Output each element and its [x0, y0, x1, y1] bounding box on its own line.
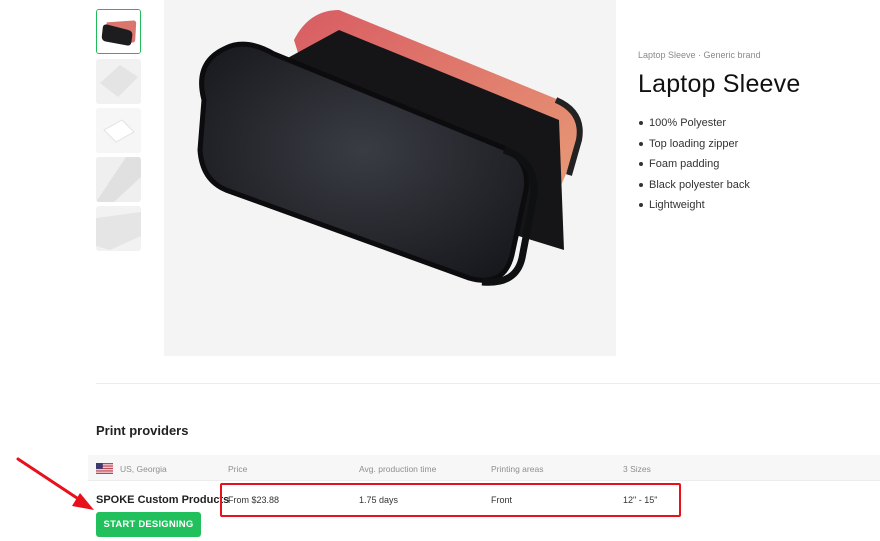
sleeve-flat-thumbnail-image [96, 108, 141, 153]
feature-item: Black polyester back [638, 175, 750, 196]
breadcrumb[interactable]: Laptop Sleeve · Generic brand [638, 50, 761, 60]
product-title: Laptop Sleeve [638, 70, 801, 98]
print-providers-title: Print providers [96, 423, 189, 438]
sleeve-corner-thumbnail-image [96, 206, 141, 251]
provider-name[interactable]: SPOKE Custom Products [96, 494, 229, 506]
main-product-image [164, 0, 616, 356]
thumbnail-1[interactable] [96, 9, 141, 54]
laptop-sleeve-thumbnail-image [97, 10, 140, 53]
feature-item: Lightweight [638, 195, 750, 216]
printing-areas-header: Printing areas [491, 464, 544, 474]
start-designing-button[interactable]: START DESIGNING [96, 512, 201, 537]
price-header: Price [228, 464, 248, 474]
sizes-header: 3 Sizes [623, 464, 651, 474]
feature-item: 100% Polyester [638, 113, 750, 134]
sleeve-angle-thumbnail-image [96, 59, 141, 104]
thumbnail-4[interactable] [96, 157, 141, 202]
thumbnail-5[interactable] [96, 206, 141, 251]
us-flag-icon [96, 463, 113, 474]
thumbnail-3[interactable] [96, 108, 141, 153]
feature-list: 100% Polyester Top loading zipper Foam p… [638, 113, 750, 216]
laptop-sleeve-image [197, 10, 583, 286]
annotation-highlight-box [220, 483, 681, 517]
thumbnail-2[interactable] [96, 59, 141, 104]
location-label: US, Georgia [120, 464, 167, 474]
production-time-header: Avg. production time [359, 464, 437, 474]
providers-table-header: US, Georgia Price Avg. production time P… [88, 455, 880, 481]
feature-item: Top loading zipper [638, 134, 750, 155]
feature-item: Foam padding [638, 154, 750, 175]
section-divider [96, 383, 880, 384]
sleeve-closeup-thumbnail-image [96, 157, 141, 202]
